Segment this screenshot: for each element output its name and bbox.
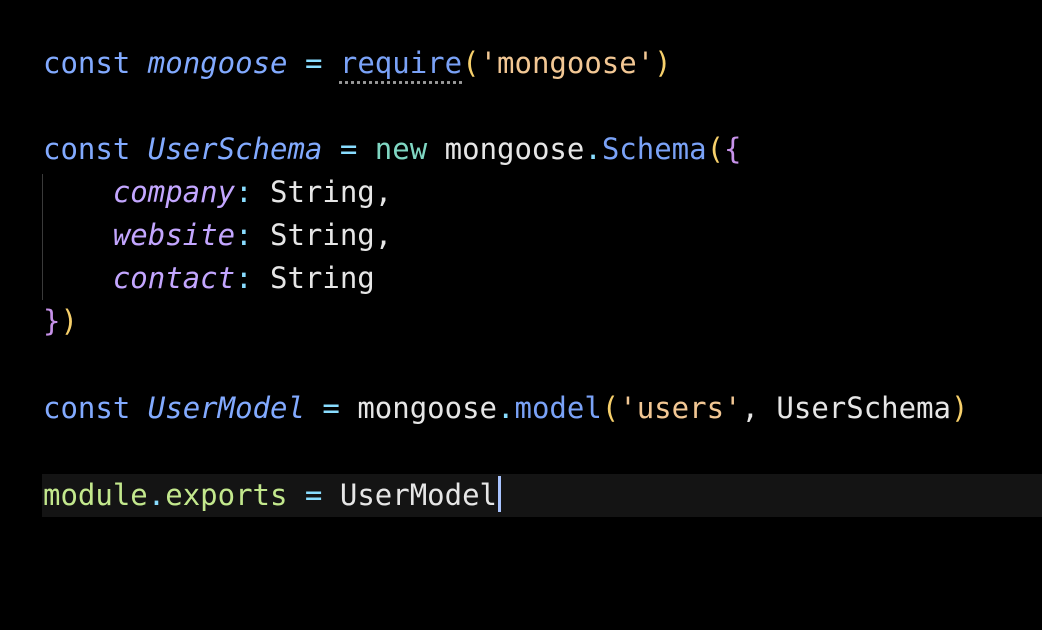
method-schema: Schema xyxy=(601,132,707,166)
object-mongoose: mongoose xyxy=(357,391,498,425)
code-line-4[interactable]: company: String, xyxy=(43,171,392,214)
keyword-new: new xyxy=(374,132,428,166)
open-paren: ( xyxy=(601,391,620,425)
colon: : xyxy=(235,218,253,252)
keyword-const: const xyxy=(43,46,131,80)
string-literal: 'mongoose' xyxy=(479,46,655,80)
comma: , xyxy=(374,175,393,209)
variable-usermodel: UserModel xyxy=(147,391,305,425)
require-call[interactable]: require xyxy=(340,46,462,80)
variable-mongoose: mongoose xyxy=(147,46,288,80)
variable-userschema: UserSchema xyxy=(147,132,323,166)
assign-operator: = xyxy=(339,132,358,166)
open-paren: ( xyxy=(462,46,480,80)
dot-operator: . xyxy=(147,478,166,512)
code-line-3[interactable]: const UserSchema = new mongoose.Schema({ xyxy=(43,128,742,171)
colon: : xyxy=(235,261,253,295)
assign-operator: = xyxy=(322,391,340,425)
string-literal: 'users' xyxy=(619,391,742,425)
argument-userschema: UserSchema xyxy=(776,391,952,425)
method-model: model xyxy=(514,391,602,425)
close-brace: } xyxy=(43,304,61,338)
property-company: company xyxy=(112,175,236,209)
type-string: String xyxy=(270,261,375,295)
property-website: website xyxy=(112,218,236,252)
colon: : xyxy=(235,175,253,209)
text-cursor xyxy=(498,476,501,512)
assign-operator: = xyxy=(304,478,323,512)
keyword-const: const xyxy=(43,391,131,425)
close-paren: ) xyxy=(60,304,78,338)
property-exports: exports xyxy=(165,478,288,512)
code-line-6[interactable]: contact: String xyxy=(43,257,375,300)
open-paren: ( xyxy=(706,132,725,166)
value-usermodel: UserModel xyxy=(339,478,497,512)
type-string: String xyxy=(270,175,375,209)
code-editor[interactable]: const mongoose = require('mongoose') con… xyxy=(0,0,1042,630)
keyword-const: const xyxy=(43,132,131,166)
comma: , xyxy=(741,391,759,425)
code-line-11[interactable]: module.exports = UserModel xyxy=(43,474,501,517)
assign-operator: = xyxy=(304,46,323,80)
dot-operator: . xyxy=(584,132,602,166)
open-brace: { xyxy=(724,132,742,166)
type-string: String xyxy=(270,218,375,252)
dot-operator: . xyxy=(497,391,515,425)
object-mongoose: mongoose xyxy=(444,132,585,166)
close-paren: ) xyxy=(654,46,672,80)
close-paren: ) xyxy=(951,391,969,425)
comma: , xyxy=(374,218,393,252)
code-line-5[interactable]: website: String, xyxy=(43,214,392,257)
code-line-9[interactable]: const UserModel = mongoose.model('users'… xyxy=(43,387,969,430)
code-line-7[interactable]: }) xyxy=(43,300,78,343)
property-contact: contact xyxy=(112,261,236,295)
code-line-1[interactable]: const mongoose = require('mongoose') xyxy=(43,42,672,85)
identifier-module: module xyxy=(43,478,148,512)
